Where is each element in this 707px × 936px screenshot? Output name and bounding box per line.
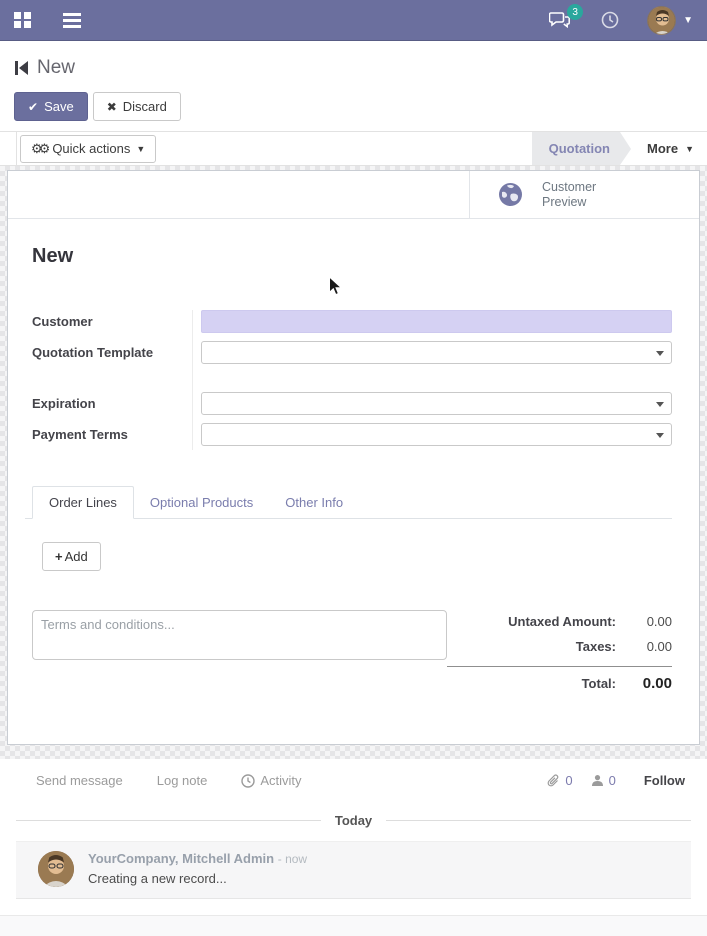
plus-icon: +: [55, 549, 63, 564]
message-timestamp: - now: [278, 852, 307, 866]
customer-field-label: Customer: [32, 314, 192, 329]
terms-and-conditions-input[interactable]: [32, 610, 447, 660]
date-separator-label: Today: [335, 813, 372, 828]
totals-summary: Untaxed Amount: 0.00 Taxes: 0.00 Total: …: [447, 610, 672, 702]
notebook-tabs: Order Lines Optional Products Other Info: [25, 486, 672, 519]
followers-count: 0: [609, 773, 616, 788]
control-panel: New ✔ Save ✖ Discard: [0, 41, 707, 131]
attachments-button[interactable]: 0: [547, 773, 572, 788]
customer-input[interactable]: [201, 310, 672, 333]
quotation-template-input[interactable]: [201, 341, 672, 364]
message-author-avatar: [38, 851, 74, 887]
totals-separator: [447, 666, 672, 667]
caret-down-icon: ▼: [136, 144, 145, 154]
sheet-button-box: Customer Preview: [8, 171, 699, 219]
message-author: YourCompany, Mitchell Admin: [88, 851, 274, 866]
page-footer-strip: [0, 915, 707, 936]
form-toolbar: ⚙⚙ Quick actions ▼ Quotation More ▼: [0, 131, 707, 166]
dropdown-caret-icon: [656, 433, 664, 438]
globe-icon: [498, 182, 523, 207]
expiration-input[interactable]: [201, 392, 672, 415]
quotation-template-field-label: Quotation Template: [32, 345, 192, 360]
message-content: YourCompany, Mitchell Admin - now Creati…: [88, 851, 307, 887]
attachments-count: 0: [565, 773, 572, 788]
breadcrumb: New: [14, 57, 693, 79]
follow-button[interactable]: Follow: [644, 773, 685, 788]
button-box-spacer: [8, 171, 470, 218]
toolbar-divider: [16, 132, 17, 165]
log-note-button[interactable]: Log note: [157, 773, 208, 788]
expiration-field-label: Expiration: [32, 396, 192, 411]
messages-count-badge: 3: [567, 4, 583, 20]
send-message-button[interactable]: Send message: [36, 773, 123, 788]
total-value: 0.00: [616, 675, 672, 692]
clock-icon: [241, 774, 255, 788]
schedule-activity-button[interactable]: Activity: [241, 773, 301, 788]
field-group-gap: [32, 372, 672, 392]
payment-terms-input[interactable]: [201, 423, 672, 446]
apps-grid-icon[interactable]: [14, 12, 31, 29]
total-label: Total:: [582, 676, 616, 691]
tab-optional-products[interactable]: Optional Products: [134, 487, 269, 518]
field-column-divider: [192, 310, 193, 450]
form-sheet: Customer Preview New Customer Quotation …: [7, 170, 700, 745]
message-body: Creating a new record...: [88, 871, 307, 886]
discard-button[interactable]: ✖ Discard: [93, 92, 181, 121]
gears-icon: ⚙⚙: [31, 141, 46, 157]
tab-order-lines[interactable]: Order Lines: [32, 486, 134, 519]
add-order-line-button[interactable]: +Add: [42, 542, 101, 571]
untaxed-amount-label: Untaxed Amount:: [508, 614, 616, 629]
customer-preview-label: Customer Preview: [542, 180, 596, 210]
paperclip-icon: [547, 774, 560, 788]
customer-preview-button[interactable]: Customer Preview: [470, 171, 699, 218]
save-button[interactable]: ✔ Save: [14, 92, 88, 121]
statusbar: Quotation More ▼: [532, 132, 707, 165]
form-view-background: Customer Preview New Customer Quotation …: [0, 166, 707, 759]
taxes-value: 0.00: [616, 639, 672, 654]
chatter: Send message Log note Activity 0 0 Follo…: [0, 759, 707, 915]
untaxed-amount-value: 0.00: [616, 614, 672, 629]
hamburger-menu-icon[interactable]: [63, 10, 81, 31]
x-icon: ✖: [107, 100, 117, 114]
followers-button[interactable]: 0: [591, 773, 616, 788]
page-title: New: [37, 57, 75, 79]
user-avatar[interactable]: [647, 6, 676, 35]
person-icon: [591, 774, 604, 787]
tab-other-info[interactable]: Other Info: [269, 487, 359, 518]
check-icon: ✔: [28, 100, 38, 114]
user-menu-caret-icon[interactable]: ▼: [683, 15, 693, 26]
dropdown-caret-icon: [656, 402, 664, 407]
chatter-message: YourCompany, Mitchell Admin - now Creati…: [16, 841, 691, 899]
date-separator: Today: [16, 813, 691, 828]
payment-terms-field-label: Payment Terms: [32, 427, 192, 442]
stage-quotation[interactable]: Quotation: [532, 132, 620, 165]
messages-button[interactable]: 3: [549, 11, 571, 28]
form-fields: Customer Quotation Template Expiration P…: [32, 310, 672, 446]
caret-down-icon: ▼: [685, 144, 694, 154]
taxes-label: Taxes:: [576, 639, 616, 654]
quick-actions-button[interactable]: ⚙⚙ Quick actions ▼: [20, 135, 156, 163]
dropdown-caret-icon: [656, 351, 664, 356]
activity-clock-icon[interactable]: [601, 11, 619, 29]
top-nav-bar: 3 ▼: [0, 0, 707, 41]
record-title: New: [32, 245, 672, 268]
breadcrumb-back-icon[interactable]: [14, 60, 29, 76]
